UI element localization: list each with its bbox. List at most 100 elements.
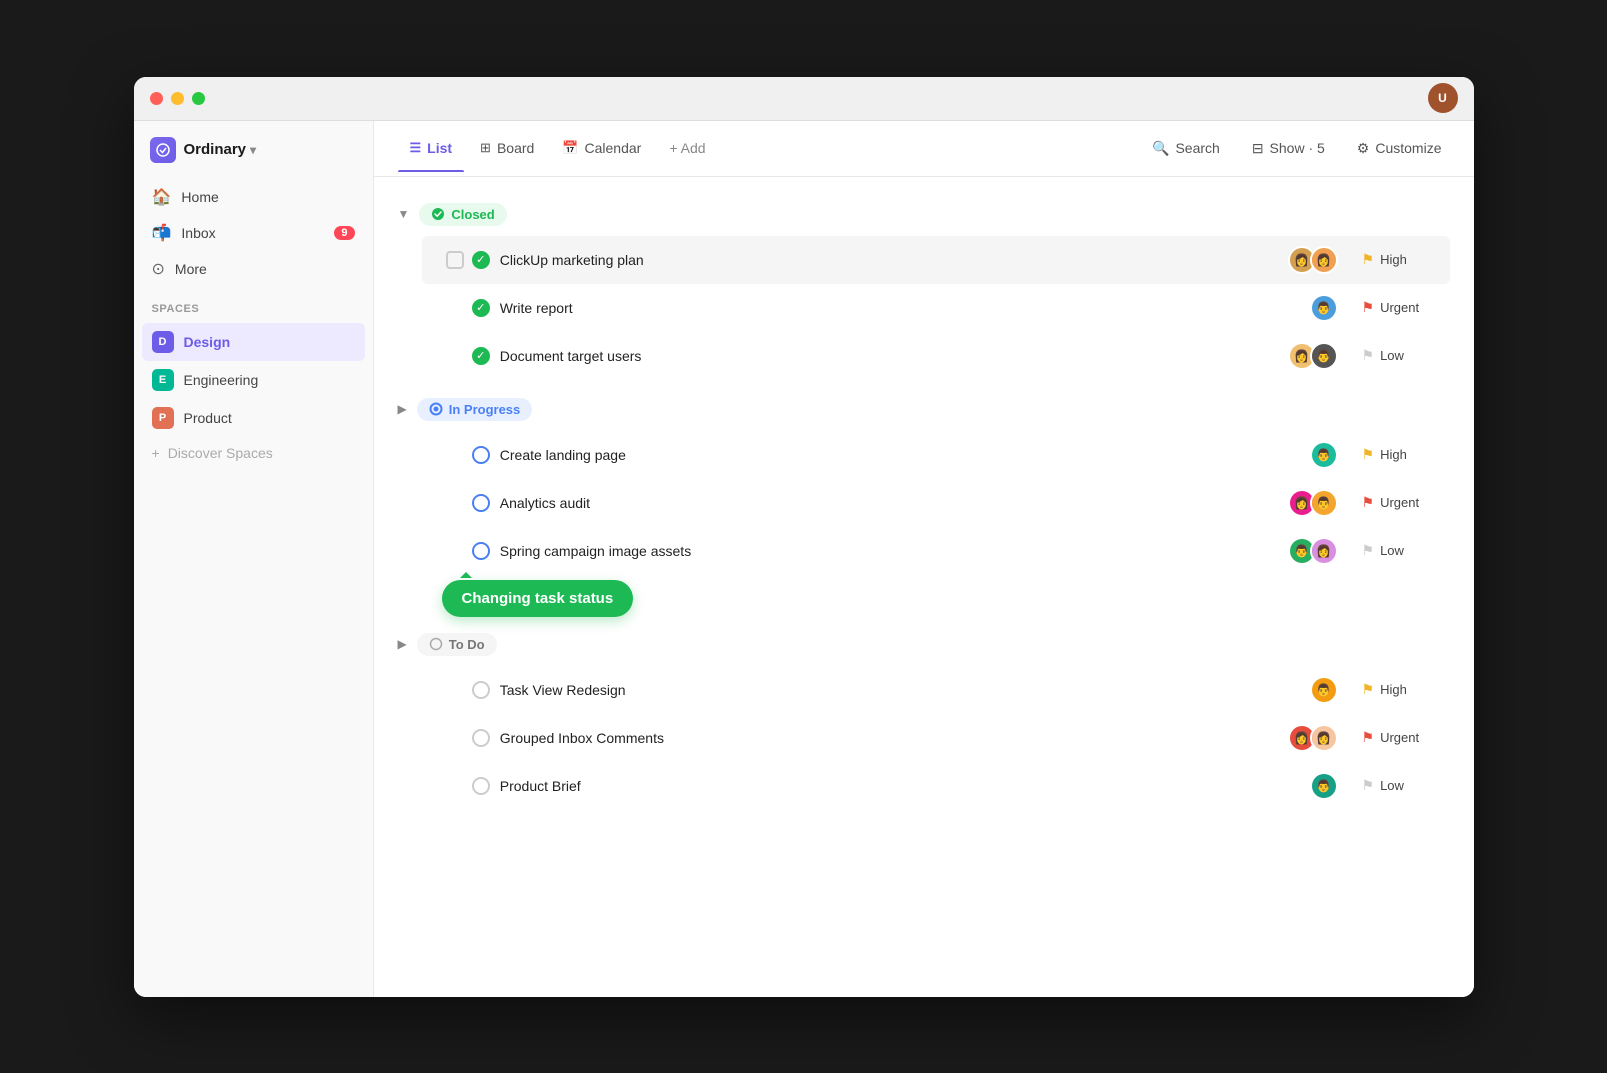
sidebar-item-engineering[interactable]: E Engineering bbox=[142, 361, 365, 399]
sidebar-item-home[interactable]: 🏠 Home bbox=[142, 179, 365, 215]
tab-list[interactable]: ☰ List bbox=[398, 132, 465, 164]
task-name: Analytics audit bbox=[500, 495, 1288, 511]
task-name: Write report bbox=[500, 300, 1310, 316]
table-row[interactable]: ⠿ Task View Redesign 👨 ⚑ High bbox=[422, 666, 1450, 714]
engineering-space-icon: E bbox=[152, 369, 174, 391]
home-icon: 🏠 bbox=[152, 187, 172, 207]
product-space-label: Product bbox=[184, 410, 232, 426]
task-assignees: 👨 bbox=[1310, 441, 1338, 469]
task-status-checkbox[interactable] bbox=[472, 729, 490, 747]
table-row[interactable]: ⠿ ✓ Document target users 👩 👨 bbox=[422, 332, 1450, 380]
table-row[interactable]: ⠿ ✓ Write report 👨 ⚑ Urgent bbox=[422, 284, 1450, 332]
task-name: Create landing page bbox=[500, 447, 1310, 463]
customize-button[interactable]: ⚙ Customize bbox=[1349, 136, 1450, 161]
task-priority: ⚑ High bbox=[1362, 681, 1442, 698]
avatar: 👩 bbox=[1310, 246, 1338, 274]
sidebar-nav: 🏠 Home 📬 Inbox 9 ⊙ More bbox=[134, 179, 373, 287]
sidebar-item-product[interactable]: P Product bbox=[142, 399, 365, 437]
priority-flag-icon: ⚑ bbox=[1362, 251, 1375, 268]
task-assignees: 👨 bbox=[1310, 676, 1338, 704]
task-assignees: 👨 bbox=[1310, 772, 1338, 800]
sidebar-item-design[interactable]: D Design bbox=[142, 323, 365, 361]
task-assignees: 👨 👩 bbox=[1288, 537, 1338, 565]
avatar: 👨 bbox=[1310, 772, 1338, 800]
toolbar-actions: 🔍 Search ⊟ Show · 5 ⚙ Customize bbox=[1144, 136, 1449, 161]
inbox-icon: 📬 bbox=[152, 223, 172, 243]
spaces-list: D Design E Engineering P Product + Disco… bbox=[134, 323, 373, 469]
tab-calendar[interactable]: 📅 Calendar bbox=[550, 132, 653, 164]
task-name: Grouped Inbox Comments bbox=[500, 730, 1288, 746]
workspace-logo bbox=[150, 137, 176, 163]
table-row[interactable]: ⠿ ✓ ClickUp marketing plan 👩 👩 bbox=[422, 236, 1450, 284]
show-label: Show · 5 bbox=[1270, 140, 1325, 156]
workspace-chevron-icon: ▾ bbox=[250, 143, 256, 157]
user-avatar[interactable]: U bbox=[1428, 83, 1458, 113]
main-content: ☰ List ⊞ Board 📅 Calendar + Add bbox=[374, 121, 1474, 997]
task-status-checkbox[interactable] bbox=[472, 777, 490, 795]
task-status-checkbox[interactable]: ✓ bbox=[472, 299, 490, 317]
task-priority: ⚑ Urgent bbox=[1362, 729, 1442, 746]
avatar: 👨 bbox=[1310, 676, 1338, 704]
maximize-button[interactable] bbox=[192, 92, 205, 105]
gear-icon: ⚙ bbox=[1357, 140, 1370, 157]
avatar: 👩 bbox=[1310, 724, 1338, 752]
chevron-down-icon: ▼ bbox=[398, 207, 410, 221]
workspace-selector[interactable]: Ordinary ▾ bbox=[134, 137, 373, 179]
group-header-in-progress[interactable]: ▶ In Progress bbox=[398, 388, 1450, 431]
priority-label: High bbox=[1380, 447, 1407, 462]
tab-board[interactable]: ⊞ Board bbox=[468, 132, 546, 164]
task-status-checkbox[interactable] bbox=[472, 446, 490, 464]
table-row[interactable]: ⠿ Spring campaign image assets 👨 👩 bbox=[422, 527, 1450, 575]
design-space-icon: D bbox=[152, 331, 174, 353]
list-tab-icon: ☰ bbox=[410, 140, 422, 156]
customize-label: Customize bbox=[1375, 140, 1441, 156]
task-status-checkbox[interactable]: ✓ bbox=[472, 347, 490, 365]
avatar: 👨 bbox=[1310, 441, 1338, 469]
in-progress-status-badge: In Progress bbox=[417, 398, 533, 421]
closed-group-label: Closed bbox=[451, 207, 494, 222]
task-status-checkbox[interactable] bbox=[472, 494, 490, 512]
search-icon: 🔍 bbox=[1152, 140, 1169, 157]
filter-icon: ⊟ bbox=[1252, 140, 1264, 157]
minimize-button[interactable] bbox=[171, 92, 184, 105]
search-button[interactable]: 🔍 Search bbox=[1144, 136, 1228, 161]
changing-task-status-tooltip: Changing task status bbox=[442, 580, 634, 617]
table-row[interactable]: ⠿ Grouped Inbox Comments 👩 👩 bbox=[422, 714, 1450, 762]
task-name: Document target users bbox=[500, 348, 1288, 364]
priority-label: Low bbox=[1380, 543, 1404, 558]
todo-tasks-list: ⠿ Task View Redesign 👨 ⚑ High bbox=[398, 666, 1450, 810]
task-select-checkbox[interactable] bbox=[446, 251, 464, 269]
show-filter-button[interactable]: ⊟ Show · 5 bbox=[1244, 136, 1333, 161]
task-status-checkbox[interactable] bbox=[472, 681, 490, 699]
task-assignees: 👩 👩 bbox=[1288, 724, 1338, 752]
task-status-checkbox[interactable]: ✓ bbox=[472, 251, 490, 269]
in-progress-tasks-list: ⠿ Create landing page 👨 ⚑ High bbox=[398, 431, 1450, 575]
sidebar-item-inbox[interactable]: 📬 Inbox 9 bbox=[142, 215, 365, 251]
priority-label: Low bbox=[1380, 778, 1404, 793]
avatar-face: U bbox=[1428, 83, 1458, 113]
table-row[interactable]: ⠿ Analytics audit 👩 👨 bbox=[422, 479, 1450, 527]
group-header-closed[interactable]: ▼ Closed bbox=[398, 193, 1450, 236]
task-assignees: 👨 bbox=[1310, 294, 1338, 322]
task-status-checkbox[interactable] bbox=[472, 542, 490, 560]
board-tab-label: Board bbox=[497, 140, 534, 156]
sidebar: Ordinary ▾ 🏠 Home 📬 Inbox 9 ⊙ More bbox=[134, 121, 374, 997]
task-name: ClickUp marketing plan bbox=[500, 252, 1288, 268]
group-header-todo[interactable]: ▶ To Do bbox=[398, 623, 1450, 666]
task-name: Task View Redesign bbox=[500, 682, 1310, 698]
close-button[interactable] bbox=[150, 92, 163, 105]
todo-group-label: To Do bbox=[449, 637, 485, 652]
discover-spaces-item[interactable]: + Discover Spaces bbox=[142, 437, 365, 469]
table-row[interactable]: ⠿ Create landing page 👨 ⚑ High bbox=[422, 431, 1450, 479]
priority-flag-icon: ⚑ bbox=[1362, 681, 1375, 698]
task-name: Product Brief bbox=[500, 778, 1310, 794]
app-body: Ordinary ▾ 🏠 Home 📬 Inbox 9 ⊙ More bbox=[134, 121, 1474, 997]
tooltip-text: Changing task status bbox=[462, 590, 614, 607]
table-row[interactable]: ⠿ Product Brief 👨 ⚑ Low bbox=[422, 762, 1450, 810]
add-view-button[interactable]: + Add bbox=[657, 132, 717, 164]
sidebar-item-more[interactable]: ⊙ More bbox=[142, 251, 365, 287]
priority-label: Urgent bbox=[1380, 495, 1419, 510]
app-window: U Ordinary ▾ bbox=[134, 77, 1474, 997]
priority-flag-icon: ⚑ bbox=[1362, 777, 1375, 794]
closed-status-badge: Closed bbox=[419, 203, 506, 226]
